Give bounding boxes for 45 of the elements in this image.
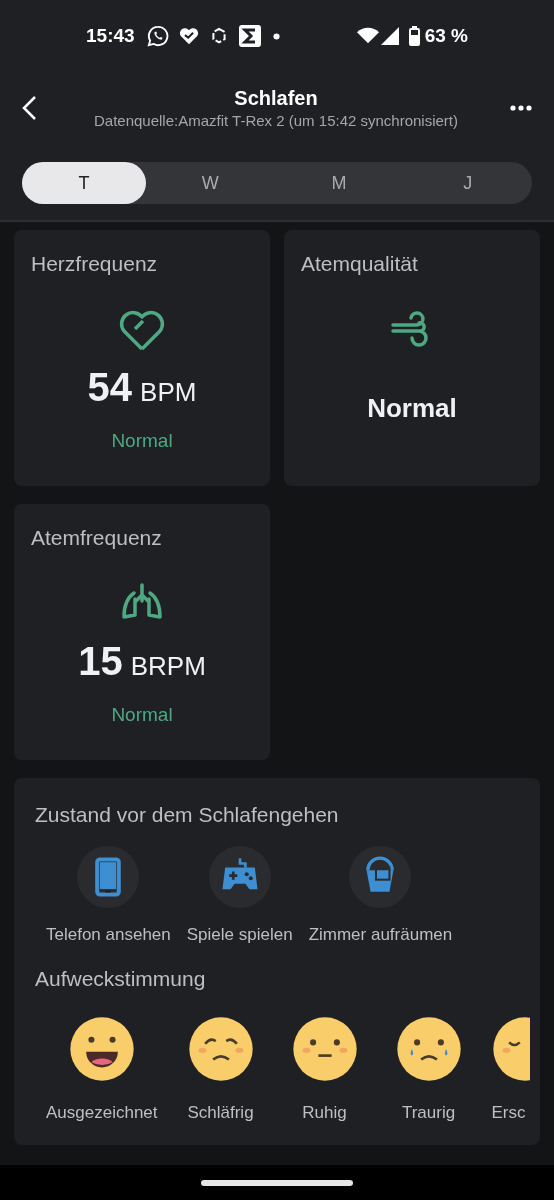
- heart-icon: [178, 27, 199, 45]
- mood-label: Ausgezeichnet: [46, 1101, 158, 1124]
- more-options-icon[interactable]: [510, 105, 534, 111]
- home-indicator[interactable]: [201, 1179, 353, 1186]
- face-icon: [291, 1015, 358, 1082]
- metric-value: Normal: [367, 392, 457, 425]
- metric-value: 15: [78, 638, 123, 685]
- metric-unit: BPM: [140, 377, 197, 407]
- mood-label: Ersc: [491, 1101, 526, 1124]
- status-text: Normal: [111, 429, 173, 453]
- mood-label: Ruhig: [302, 1101, 347, 1124]
- card-title: Atemfrequenz: [30, 525, 162, 551]
- activity-label: Telefon ansehen: [46, 924, 171, 946]
- period-tab[interactable]: W: [146, 162, 275, 204]
- metric-unit: BRPM: [130, 651, 206, 681]
- data-source-text: Datenquelle:Amazfit T-Rex 2 (um 15:42 synchronisiert): [93, 111, 459, 131]
- section-title: Zustand vor dem Schlafengehen: [34, 802, 340, 828]
- battery-icon: [408, 26, 420, 46]
- period-tab[interactable]: J: [403, 162, 532, 204]
- sigma-icon: [238, 25, 261, 47]
- activity-label: Zimmer aufräumen: [308, 924, 453, 946]
- phone-icon: [77, 846, 140, 908]
- period-tab[interactable]: M: [274, 162, 404, 204]
- period-tab[interactable]: T: [22, 162, 146, 204]
- battery-percent: 63 %: [424, 23, 468, 48]
- section-title: Aufweckstimmung: [34, 965, 207, 992]
- card-title: Atemqualität: [300, 251, 418, 277]
- card-title: Herzfrequenz: [30, 251, 158, 277]
- gamepad-icon: [208, 846, 271, 908]
- chat-bubble-icon: [146, 25, 169, 47]
- activity-label: Spiele spielen: [186, 924, 293, 946]
- bucket-icon: [349, 846, 412, 908]
- face-icon: [187, 1015, 254, 1082]
- mood-label: Schläfrig: [187, 1101, 254, 1124]
- face-icon: [68, 1015, 135, 1082]
- mood-label: Traurig: [401, 1101, 456, 1124]
- hexagon-icon: [210, 27, 227, 45]
- metric-value: 54: [87, 364, 133, 411]
- status-text: Normal: [111, 703, 173, 727]
- signal-icon: [380, 27, 399, 45]
- status-time: 15:43: [86, 23, 135, 48]
- face-icon: [395, 1015, 462, 1082]
- wifi-icon: [356, 27, 379, 45]
- dot-icon: [272, 32, 280, 40]
- page-title: Schlafen: [234, 86, 318, 111]
